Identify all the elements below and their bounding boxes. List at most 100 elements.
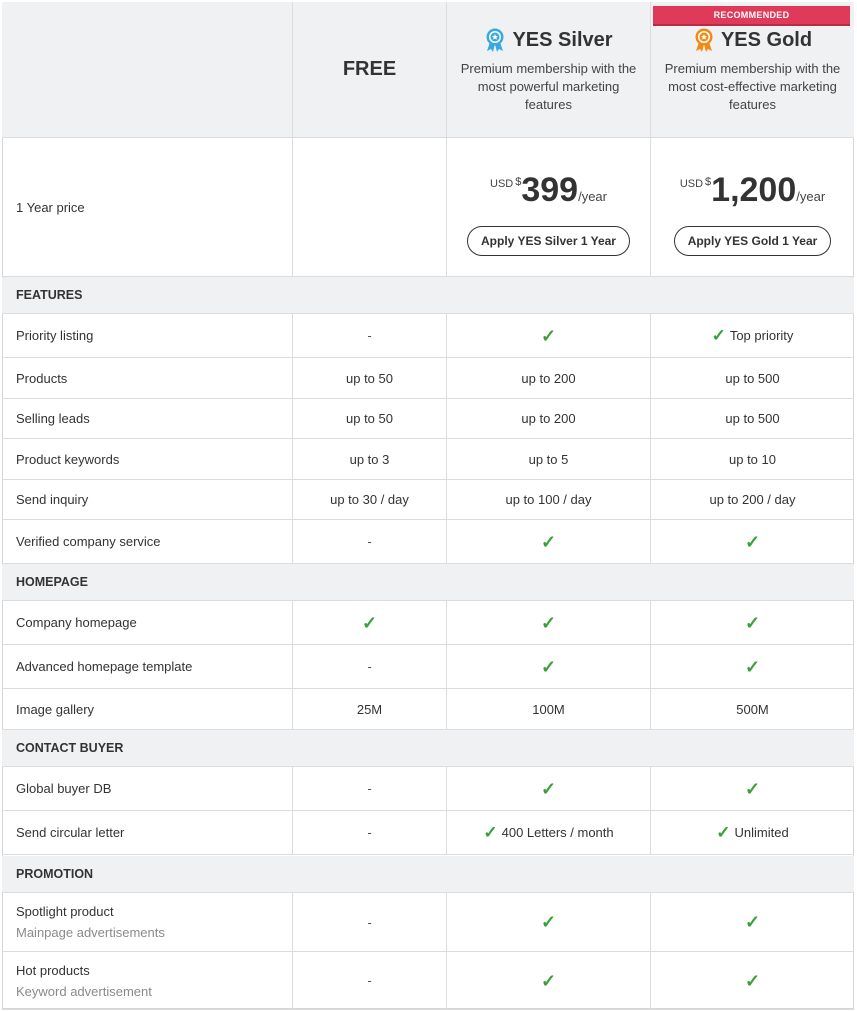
check-icon: ✓ xyxy=(483,823,498,842)
gold-plan-name: YES Gold xyxy=(720,28,813,51)
free-value-cell: - xyxy=(292,811,446,854)
gold-value-cell: ✓ xyxy=(650,952,854,1009)
feature-label: Advanced homepage template xyxy=(16,659,192,674)
feature-label-cell: Advanced homepage template xyxy=(2,645,292,688)
value-text: up to 500 xyxy=(725,411,780,426)
recommended-badge: RECOMMENDED xyxy=(653,6,850,26)
silver-value-cell: ✓ xyxy=(446,893,650,951)
currency-label: USD xyxy=(490,178,514,190)
not-included-dash: - xyxy=(367,534,372,549)
feature-label: Send circular letter xyxy=(16,825,124,840)
check-icon: ✓ xyxy=(711,326,726,345)
not-included-dash: - xyxy=(367,914,372,930)
free-value-cell: ✓ xyxy=(292,601,446,644)
value-text: Unlimited xyxy=(734,825,789,840)
silver-value-cell: ✓ xyxy=(446,601,650,644)
free-value-cell: - xyxy=(292,520,446,563)
section-title: PROMOTION xyxy=(16,867,94,881)
gold-value-cell: 500M xyxy=(650,689,854,729)
silver-value-cell: ✓ xyxy=(446,314,650,357)
feature-label: Spotlight product Mainpage advertisements xyxy=(16,904,165,940)
value-text: up to 30 / day xyxy=(330,492,409,507)
feature-label-cell: Image gallery xyxy=(2,689,292,729)
feature-label-cell: Product keywords xyxy=(2,439,292,479)
value-text: up to 50 xyxy=(346,370,393,386)
feature-name: Advanced homepage template xyxy=(16,659,193,674)
apply-gold-button[interactable]: Apply YES Gold 1 Year xyxy=(673,226,832,256)
value-text: Top priority xyxy=(729,328,794,343)
value-text: up to 10 xyxy=(729,451,776,467)
feature-label: Hot products Keyword advertisement xyxy=(16,963,152,999)
feature-label-cell: Send inquiry xyxy=(2,480,292,519)
feature-row: Advanced homepage template - ✓ ✓ xyxy=(2,645,854,689)
feature-row: Send circular letter - ✓ 400 Letters / mont… xyxy=(2,811,854,855)
not-included-dash: - xyxy=(367,659,372,674)
check-icon: ✓ xyxy=(716,823,731,842)
check-icon: ✓ xyxy=(361,612,378,633)
check-icon: ✓ xyxy=(540,612,557,633)
silver-plan-header: YES Silver Premium membership with the m… xyxy=(446,2,650,137)
section-title: FEATURES xyxy=(16,288,83,302)
feature-row: Send inquiry up to 30 / day up to 100 / da… xyxy=(2,480,854,520)
free-value-cell: up to 3 xyxy=(292,439,446,479)
feature-name: Verified company service xyxy=(16,534,161,549)
section-header-promotion: PROMOTION xyxy=(2,856,854,893)
feature-label: Priority listing xyxy=(16,328,93,343)
feature-row: Company homepage ✓ ✓ ✓ xyxy=(2,601,854,645)
free-value-cell: 25M xyxy=(292,689,446,729)
check-icon: ✓ xyxy=(744,612,761,633)
gold-value-cell: up to 10 xyxy=(650,439,854,479)
gold-value-cell: ✓ xyxy=(650,893,854,951)
section-header-homepage: HOMEPAGE xyxy=(2,564,854,601)
feature-label: Products xyxy=(16,371,67,386)
check-icon: ✓ xyxy=(540,778,557,799)
section-title: HOMEPAGE xyxy=(16,575,88,589)
free-plan-name: FREE xyxy=(342,58,397,80)
feature-name: Product keywords xyxy=(16,451,120,467)
silver-value-cell: 100M xyxy=(446,689,650,729)
value-text: up to 5 xyxy=(528,451,569,467)
value-text: up to 200 / day xyxy=(709,492,796,507)
header-empty-cell xyxy=(2,2,292,137)
feature-label: Verified company service xyxy=(16,534,161,549)
feature-label-cell: Selling leads xyxy=(2,399,292,438)
gold-value-cell: up to 500 xyxy=(650,399,854,438)
check-icon: ✓ xyxy=(744,656,761,677)
currency-label: USD xyxy=(679,178,704,190)
gold-plan-description: Premium membership with the most cost-ef… xyxy=(664,61,841,112)
gold-value-cell: ✓ xyxy=(650,767,854,810)
value-text: 100M xyxy=(532,701,565,717)
gold-value-cell: ✓ Unlimited xyxy=(650,811,854,854)
free-price-cell xyxy=(292,138,446,276)
not-included-dash: - xyxy=(367,328,372,343)
feature-name: Send inquiry xyxy=(16,492,89,507)
feature-label: Selling leads xyxy=(16,411,90,426)
price-row-label: 1 Year price xyxy=(16,199,85,215)
price-amount: 1,200 xyxy=(711,171,797,209)
feature-row: Products up to 50 up to 200 up to 500 xyxy=(2,358,854,399)
feature-label: Global buyer DB xyxy=(16,781,111,796)
free-value-cell: - xyxy=(292,314,446,357)
feature-label-cell: Verified company service xyxy=(2,520,292,563)
check-icon: ✓ xyxy=(744,912,761,932)
gold-value-cell: ✓ xyxy=(650,520,854,563)
feature-row: Global buyer DB - ✓ ✓ xyxy=(2,767,854,811)
check-icon: ✓ xyxy=(540,325,557,346)
check-icon: ✓ xyxy=(540,656,557,677)
silver-value-cell: ✓ xyxy=(446,952,650,1009)
apply-silver-button[interactable]: Apply YES Silver 1 Year xyxy=(467,226,630,256)
feature-name: Products xyxy=(16,370,68,386)
free-value-cell: - xyxy=(292,893,446,951)
free-value-cell: up to 50 xyxy=(292,399,446,438)
feature-label: Product keywords xyxy=(16,452,119,467)
free-value-cell: - xyxy=(292,952,446,1009)
check-icon: ✓ xyxy=(744,531,761,552)
silver-medal-icon xyxy=(484,28,506,52)
feature-name: Image gallery xyxy=(16,701,95,717)
section-header-contact: CONTACT BUYER xyxy=(2,730,854,767)
price-period: /year xyxy=(578,189,607,204)
section-header-features: FEATURES xyxy=(2,277,854,314)
check-icon: ✓ xyxy=(744,970,761,991)
feature-label-cell: Products xyxy=(2,358,292,398)
feature-label-cell: Priority listing xyxy=(2,314,292,357)
